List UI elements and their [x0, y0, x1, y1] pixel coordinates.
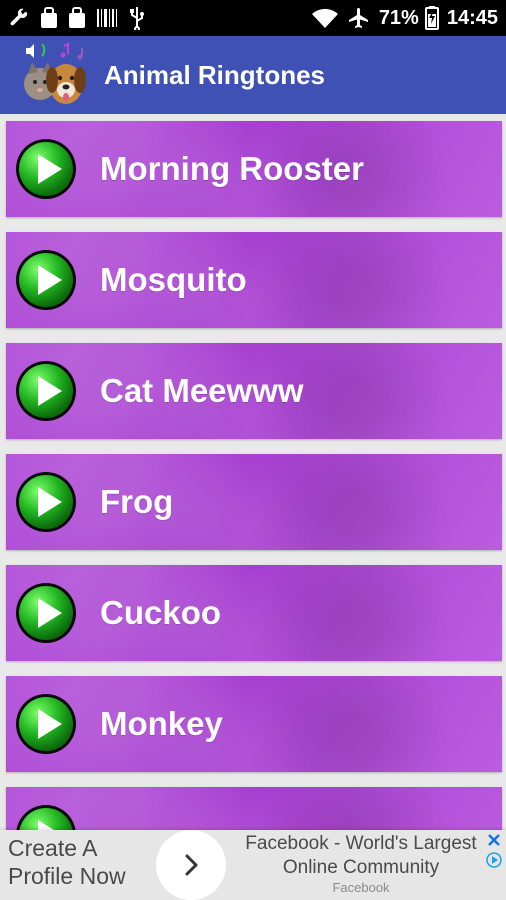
usb-icon [128, 6, 146, 30]
ad-open-button[interactable] [156, 830, 226, 900]
ad-headline-line: Facebook - World's Largest [245, 833, 477, 854]
list-item-label: Morning Rooster [100, 150, 364, 187]
list-item[interactable]: Frog [6, 454, 502, 550]
list-item-label: Frog [100, 483, 174, 520]
battery-icon [424, 6, 439, 30]
list-item[interactable]: Cuckoo [6, 565, 502, 661]
wifi-icon [311, 7, 339, 29]
list-item[interactable]: Cat Meewww [6, 343, 502, 439]
ringtone-list[interactable]: Morning Rooster Mosquito Cat Meewww Frog [0, 114, 506, 830]
status-bar: 71% 14:45 [0, 0, 506, 36]
close-icon[interactable] [486, 832, 502, 848]
list-item[interactable]: Mosquito [6, 232, 502, 328]
list-item-label: Monkey [100, 705, 223, 742]
battery-percent: 71% [378, 6, 419, 29]
list-item-label: Cat Meewww [100, 372, 304, 409]
ad-cta-line: Profile Now [8, 863, 126, 889]
list-item-label: Cuckoo [100, 594, 222, 631]
ad-cta-text[interactable]: Create A Profile Now [8, 834, 158, 896]
ad-cta-line: Create A [8, 835, 98, 861]
ad-content[interactable]: Facebook - World's Largest Online Commun… [226, 830, 496, 900]
ad-choices-icon[interactable] [486, 852, 502, 868]
wrench-icon [8, 7, 30, 29]
bag-icon [40, 7, 58, 29]
ad-headline: Facebook - World's Largest Online Commun… [226, 832, 496, 880]
clock-time: 14:45 [446, 6, 498, 29]
dog-and-cat-logo-icon [20, 40, 90, 110]
list-item[interactable]: Monkey [6, 676, 502, 772]
play-icon[interactable] [14, 137, 78, 201]
list-item[interactable]: Morning Rooster [6, 121, 502, 217]
ad-advertiser: Facebook [332, 880, 390, 895]
app-title: Animal Ringtones [104, 59, 326, 90]
play-icon[interactable] [14, 803, 78, 830]
ad-banner[interactable]: Create A Profile Now Facebook - World's … [0, 830, 506, 900]
play-icon[interactable] [14, 581, 78, 645]
bag-icon [68, 7, 86, 29]
play-icon[interactable] [14, 470, 78, 534]
play-icon[interactable] [14, 248, 78, 312]
chevron-right-icon [185, 854, 198, 876]
ad-headline-line: Online Community [282, 857, 440, 878]
app-bar: Animal Ringtones [0, 36, 506, 114]
play-icon[interactable] [14, 359, 78, 423]
airplane-icon [347, 6, 371, 30]
play-icon[interactable] [14, 692, 78, 756]
barcode-icon [96, 7, 118, 29]
list-item-label: Mosquito [100, 261, 247, 298]
list-item[interactable] [6, 787, 502, 830]
